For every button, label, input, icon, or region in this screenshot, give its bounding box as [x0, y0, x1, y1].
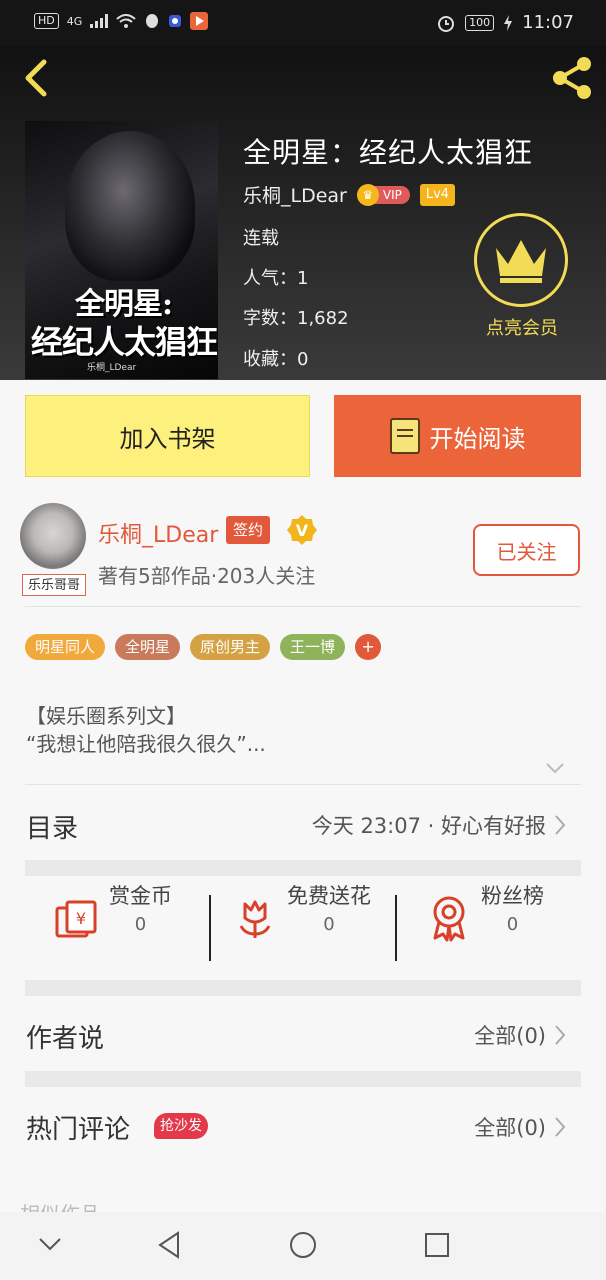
section-separator [25, 860, 581, 876]
status-left: HD 4G [34, 12, 209, 30]
toc-latest[interactable]: 今天 23:07 · 好心有好报 [312, 810, 566, 840]
chevron-right-icon [555, 815, 566, 835]
author-avatar[interactable] [20, 503, 86, 569]
signed-badge: 签约 [226, 516, 271, 544]
add-to-shelf-button[interactable]: 加入书架 [25, 395, 310, 477]
cover-author: 乐桐_LDear [87, 363, 137, 373]
more-tags-button[interactable]: + [355, 634, 382, 660]
reward-coins-label: 赏金币 [109, 884, 172, 908]
hd-indicator: HD [34, 13, 59, 29]
member-button[interactable] [474, 213, 568, 307]
chevron-right-icon [555, 1117, 566, 1137]
flower-icon [239, 900, 271, 938]
author-says-all[interactable]: 全部(0) [474, 1020, 566, 1050]
svg-text:V: V [296, 521, 309, 540]
tag-list: 明星同人 全明星 原创男主 王一博 + [25, 634, 382, 660]
member-label[interactable]: 点亮会员 [468, 314, 576, 340]
medal-icon [433, 896, 465, 942]
divider [209, 895, 211, 961]
start-reading-button[interactable]: 开始阅读 [334, 395, 581, 477]
author-line: 乐桐_LDear ♛ VIP Lv4 [243, 181, 456, 208]
reward-fans-label: 粉丝榜 [481, 884, 544, 908]
nav-back-icon[interactable] [156, 1230, 182, 1260]
word-count: 字数：1,682 [243, 308, 349, 329]
author-stats: 著有5部作品·203人关注 [98, 564, 316, 588]
popularity: 人气：1 [243, 268, 309, 289]
reward-coins-count: 0 [134, 914, 147, 935]
book-cover[interactable]: 全明星: 经纪人太猖狂 乐桐_LDear [25, 121, 218, 379]
vip-badge: ♛ VIP [356, 183, 410, 206]
nav-recents-icon[interactable] [424, 1232, 450, 1258]
tag-chip[interactable]: 明星同人 [25, 634, 106, 660]
level-badge: Lv4 [419, 183, 456, 206]
reward-flowers-count: 0 [323, 914, 335, 935]
reward-coins[interactable]: ¥ 赏金币 0 [53, 880, 172, 942]
rewards-row: ¥ 赏金币 0 免费送花 0 粉丝榜 0 [25, 880, 581, 980]
hot-comments-all[interactable]: 全部(0) [474, 1112, 566, 1142]
hot-comments-label[interactable]: 热门评论 [26, 1109, 130, 1146]
nav-collapse-icon[interactable] [38, 1236, 62, 1252]
network-indicator: 4G [66, 14, 83, 28]
clock: 11:07 [522, 12, 574, 33]
tag-chip[interactable]: 王一博 [280, 634, 346, 660]
book-title: 全明星：经纪人太猖狂 [243, 136, 534, 169]
crown-icon [496, 240, 546, 283]
avatar-tag: 乐乐哥哥 [22, 574, 86, 596]
alarm-icon [438, 15, 455, 32]
status-bar: HD 4G 100 11:07 [0, 0, 606, 46]
divider [395, 895, 397, 961]
status-right: 100 11:07 [437, 12, 574, 33]
description-line1: 【娱乐圈系列文】 [26, 704, 186, 728]
nav-home-icon[interactable] [288, 1230, 318, 1260]
share-icon[interactable] [548, 54, 596, 102]
video-app-icon [190, 12, 209, 30]
serial-status: 连载 [243, 228, 279, 249]
crown-icon: ♛ [356, 183, 379, 206]
toc-label[interactable]: 目录 [26, 808, 78, 845]
toc-latest-chapter: 今天 23:07 · 好心有好报 [311, 814, 546, 838]
divider [25, 606, 581, 607]
reward-fans[interactable]: 粉丝榜 0 [425, 880, 544, 942]
tag-chip[interactable]: 原创男主 [190, 634, 271, 660]
follow-button[interactable]: 已关注 [473, 524, 580, 576]
book-icon [389, 418, 420, 454]
favorites: 收藏：0 [243, 349, 309, 370]
hot-comments-all-label: 全部(0) [474, 1116, 546, 1140]
chevron-down-icon[interactable] [545, 760, 565, 776]
battery-indicator: 100 [465, 14, 495, 31]
cover-portrait [65, 131, 195, 281]
description-line2: “我想让他陪我很久很久”... [26, 732, 266, 756]
author-name[interactable]: 乐桐_LDear [243, 181, 347, 208]
verified-v-icon: V [287, 515, 317, 545]
section-separator [25, 980, 581, 996]
tag-chip[interactable]: 全明星 [115, 634, 181, 660]
wifi-icon [116, 14, 136, 28]
reward-fans-count: 0 [506, 914, 519, 935]
cover-title-line2: 经纪人太猖狂 [31, 323, 218, 361]
section-separator [25, 1071, 581, 1087]
author-says-label[interactable]: 作者说 [26, 1018, 104, 1055]
app-icon [169, 15, 182, 27]
coin-envelope-icon: ¥ [55, 900, 97, 938]
svg-text:¥: ¥ [76, 909, 86, 928]
qq-icon [146, 14, 159, 28]
first-comment-badge: 抢沙发 [154, 1113, 208, 1139]
reward-flowers[interactable]: 免费送花 0 [231, 880, 371, 942]
system-nav-bar [0, 1212, 606, 1280]
author-card-name[interactable]: 乐桐_LDear [98, 517, 218, 549]
divider [25, 784, 581, 785]
author-says-all-label: 全部(0) [474, 1024, 546, 1048]
chevron-right-icon [555, 1025, 566, 1045]
back-arrow-icon[interactable] [18, 58, 58, 98]
start-reading-label: 开始阅读 [429, 424, 526, 453]
reward-flowers-label: 免费送花 [287, 884, 371, 908]
signal-icon [90, 14, 109, 28]
charging-icon [504, 14, 513, 31]
